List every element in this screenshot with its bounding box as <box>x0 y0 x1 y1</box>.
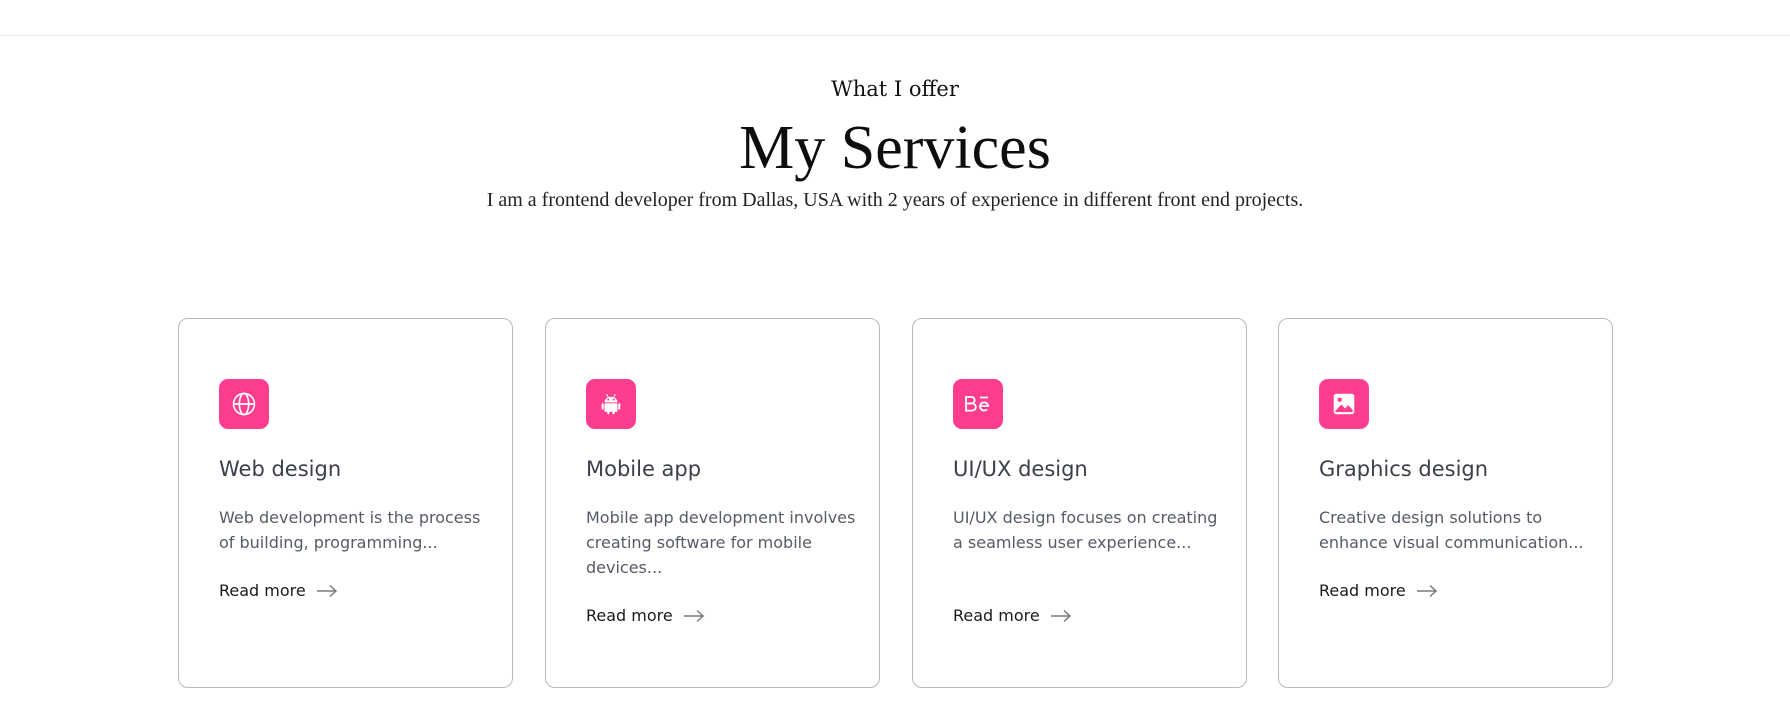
android-icon <box>586 379 636 429</box>
arrow-right-icon <box>683 609 704 623</box>
service-description: Mobile app development involves creating… <box>586 508 856 577</box>
read-more-label: Read more <box>1319 581 1406 600</box>
read-more-link[interactable]: Read more <box>219 579 338 603</box>
image-icon <box>1319 379 1369 429</box>
arrow-right-icon <box>316 584 337 598</box>
service-description: Creative design solutions to enhance vis… <box>1319 508 1584 552</box>
arrow-right-icon <box>1050 609 1071 623</box>
service-card-graphics-design: Graphics design Creative design solution… <box>1278 318 1613 688</box>
read-more-label: Read more <box>219 581 306 600</box>
service-card-web-design: Web design Web development is the proces… <box>178 318 513 688</box>
service-title: UI/UX design <box>953 457 1088 481</box>
service-title: Graphics design <box>1319 457 1489 481</box>
top-divider <box>0 35 1790 36</box>
section-intro: I am a frontend developer from Dallas, U… <box>486 189 1304 211</box>
read-more-link[interactable]: Read more <box>953 604 1072 628</box>
service-description: Web development is the process of buildi… <box>219 508 481 552</box>
service-title: Web design <box>219 457 342 481</box>
service-card-mobile-app: Mobile app Mobile app development involv… <box>545 318 880 688</box>
read-more-label: Read more <box>586 606 673 625</box>
services-grid: Web design Web development is the proces… <box>178 318 1616 690</box>
section-eyebrow: What I offer <box>831 77 959 101</box>
read-more-link[interactable]: Read more <box>586 604 705 628</box>
behance-icon <box>953 379 1003 429</box>
read-more-link[interactable]: Read more <box>1319 579 1438 603</box>
service-card-uiux-design: UI/UX design UI/UX design focuses on cre… <box>912 318 1247 688</box>
service-title: Mobile app <box>586 457 702 481</box>
service-description: UI/UX design focuses on creating a seaml… <box>953 508 1218 552</box>
read-more-label: Read more <box>953 606 1040 625</box>
globe-icon <box>219 379 269 429</box>
arrow-right-icon <box>1416 584 1437 598</box>
section-title: My Services <box>739 114 1051 182</box>
